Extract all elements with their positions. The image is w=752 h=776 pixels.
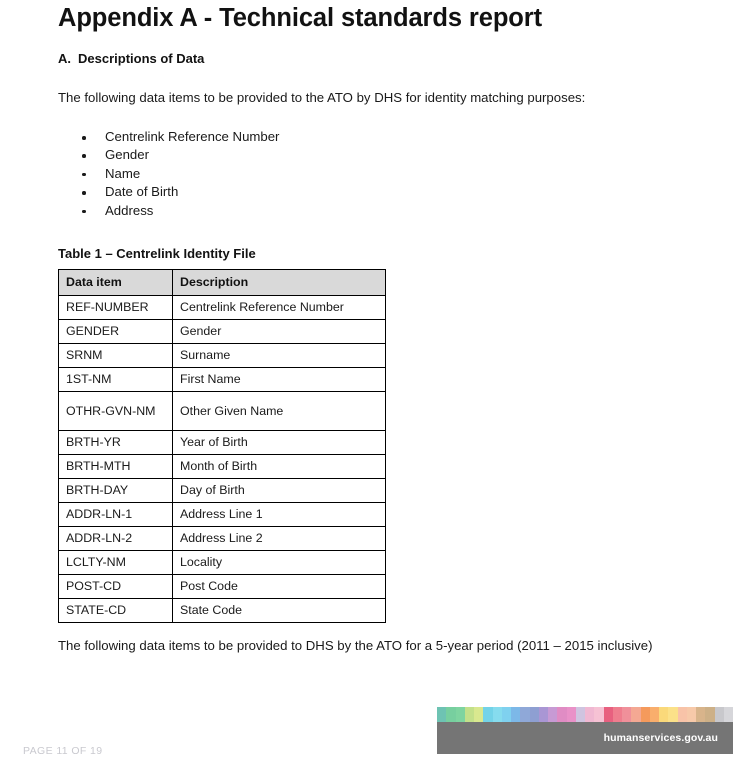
brand-color-swatch-bar [437, 707, 733, 722]
table-row: POST-CD Post Code [58, 574, 386, 599]
cell-description: Year of Birth [172, 430, 386, 455]
page-number-footer: PAGE 11 OF 19 [23, 745, 103, 757]
table-row: OTHR-GVN-NM Other Given Name [58, 391, 386, 431]
table-row: GENDER Gender [58, 319, 386, 344]
brand-swatch-24 [659, 707, 669, 722]
brand-swatch-5 [483, 707, 493, 722]
brand-swatch-2 [455, 707, 465, 722]
centrelink-identity-table-container: Data item Description REF-NUMBER Centrel… [58, 269, 386, 623]
cell-description: Gender [172, 319, 386, 344]
cell-description: Month of Birth [172, 454, 386, 479]
list-item: Gender [78, 146, 279, 164]
column-header-description: Description [172, 269, 386, 296]
list-item: Centrelink Reference Number [78, 128, 279, 146]
brand-swatch-6 [492, 707, 502, 722]
table-header-row: Data item Description [58, 269, 386, 296]
table-row: ADDR-LN-2 Address Line 2 [58, 526, 386, 551]
brand-swatch-16 [585, 707, 595, 722]
document-page: Appendix A - Technical standards report … [0, 0, 752, 776]
table-row: ADDR-LN-1 Address Line 1 [58, 502, 386, 527]
page-title: Appendix A - Technical standards report [58, 4, 542, 32]
brand-swatch-29 [705, 707, 715, 722]
cell-data-item: BRTH-DAY [58, 478, 173, 503]
brand-swatch-10 [529, 707, 539, 722]
brand-swatch-12 [548, 707, 558, 722]
table-body: REF-NUMBER Centrelink Reference Number G… [58, 295, 386, 623]
brand-swatch-27 [686, 707, 696, 722]
closing-paragraph: The following data items to be provided … [58, 638, 653, 653]
cell-description: Locality [172, 550, 386, 575]
brand-swatch-19 [612, 707, 622, 722]
brand-swatch-13 [557, 707, 567, 722]
cell-description: Address Line 1 [172, 502, 386, 527]
table-row: BRTH-DAY Day of Birth [58, 478, 386, 503]
brand-swatch-26 [677, 707, 687, 722]
list-item: Name [78, 165, 279, 183]
brand-swatch-20 [622, 707, 632, 722]
cell-data-item: ADDR-LN-1 [58, 502, 173, 527]
intro-paragraph: The following data items to be provided … [58, 90, 586, 105]
cell-data-item: STATE-CD [58, 598, 173, 623]
brand-swatch-28 [696, 707, 706, 722]
column-header-data-item: Data item [58, 269, 173, 296]
brand-swatch-0 [437, 707, 447, 722]
cell-data-item: OTHR-GVN-NM [58, 391, 173, 431]
brand-swatch-21 [631, 707, 641, 722]
section-heading: A. Descriptions of Data [58, 51, 204, 66]
brand-swatch-7 [501, 707, 511, 722]
brand-swatch-8 [511, 707, 521, 722]
brand-swatch-9 [520, 707, 530, 722]
cell-description: First Name [172, 367, 386, 392]
brand-swatch-3 [464, 707, 474, 722]
data-items-bullet-list: Centrelink Reference Number Gender Name … [78, 128, 279, 220]
section-heading-label: Descriptions of Data [78, 51, 205, 66]
table-caption: Table 1 – Centrelink Identity File [58, 246, 256, 261]
table-row: BRTH-MTH Month of Birth [58, 454, 386, 479]
brand-swatch-11 [538, 707, 548, 722]
cell-data-item: ADDR-LN-2 [58, 526, 173, 551]
list-item: Address [78, 202, 279, 220]
cell-data-item: BRTH-YR [58, 430, 173, 455]
table-row: REF-NUMBER Centrelink Reference Number [58, 295, 386, 320]
brand-swatch-22 [640, 707, 650, 722]
cell-description: Surname [172, 343, 386, 368]
brand-swatch-4 [474, 707, 484, 722]
cell-description: Centrelink Reference Number [172, 295, 386, 320]
table-row: 1ST-NM First Name [58, 367, 386, 392]
brand-swatch-1 [446, 707, 456, 722]
brand-url-label: humanservices.gov.au [603, 732, 718, 744]
cell-data-item: 1ST-NM [58, 367, 173, 392]
cell-data-item: SRNM [58, 343, 173, 368]
brand-url-bar: humanservices.gov.au [437, 722, 733, 754]
cell-description: Day of Birth [172, 478, 386, 503]
cell-data-item: GENDER [58, 319, 173, 344]
cell-description: State Code [172, 598, 386, 623]
table-row: LCLTY-NM Locality [58, 550, 386, 575]
brand-swatch-23 [649, 707, 659, 722]
cell-data-item: POST-CD [58, 574, 173, 599]
cell-data-item: LCLTY-NM [58, 550, 173, 575]
cell-description: Post Code [172, 574, 386, 599]
table-row: SRNM Surname [58, 343, 386, 368]
cell-description: Address Line 2 [172, 526, 386, 551]
brand-swatch-14 [566, 707, 576, 722]
section-letter: A. [58, 51, 71, 66]
table-row: BRTH-YR Year of Birth [58, 430, 386, 455]
brand-swatch-15 [575, 707, 585, 722]
cell-data-item: REF-NUMBER [58, 295, 173, 320]
cell-data-item: BRTH-MTH [58, 454, 173, 479]
brand-swatch-31 [723, 707, 733, 722]
brand-footer: humanservices.gov.au [437, 707, 733, 754]
table-row: STATE-CD State Code [58, 598, 386, 623]
brand-swatch-25 [668, 707, 678, 722]
list-item: Date of Birth [78, 183, 279, 201]
brand-swatch-17 [594, 707, 604, 722]
brand-swatch-18 [603, 707, 613, 722]
brand-swatch-30 [714, 707, 724, 722]
centrelink-identity-table: Data item Description REF-NUMBER Centrel… [58, 269, 386, 623]
cell-description: Other Given Name [172, 391, 386, 431]
